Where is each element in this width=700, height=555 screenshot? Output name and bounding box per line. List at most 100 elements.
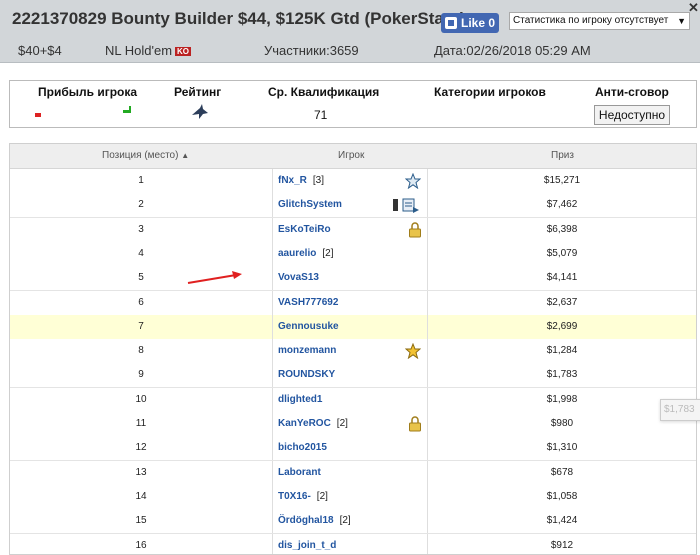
player-name: Gennousuke: [278, 321, 339, 332]
player-cell: aaurelio[2]: [274, 242, 428, 266]
profit-header: Прибыль игрока: [38, 85, 137, 99]
player-stats-select[interactable]: Статистика по игроку отсутствует ▼: [509, 12, 690, 30]
player-link[interactable]: GlitchSystem: [278, 193, 342, 217]
device-report-icon[interactable]: [391, 197, 405, 211]
position-cell: 14: [10, 485, 273, 509]
stats-select-value: Статистика по игроку отсутствует: [513, 15, 668, 26]
table-row: 14T0X16-[2] $1,058: [10, 485, 696, 510]
tournament-title: 2221370829 Bounty Builder $44, $125K Gtd…: [12, 9, 466, 29]
prize-cell: $1,310: [428, 436, 696, 460]
table-row: 4aaurelio[2]$5,079: [10, 242, 696, 267]
prize-cell: $4,141: [428, 266, 696, 290]
player-link[interactable]: VovaS13: [278, 266, 319, 290]
player-link[interactable]: bicho2015: [278, 436, 327, 460]
table-header: Позиция (место) ▲ Игрок Приз: [10, 144, 696, 169]
position-header-label: Позиция (место): [102, 150, 178, 161]
prize-cell: $1,058: [428, 485, 696, 509]
chevron-down-icon: ▼: [677, 13, 686, 29]
lock-icon[interactable]: [408, 222, 422, 236]
player-cell: monzemann: [274, 339, 428, 363]
player-cell: GlitchSystem: [274, 193, 428, 217]
prize-tooltip: $1,783: [660, 399, 700, 421]
tournament-header: 2221370829 Bounty Builder $44, $125K Gtd…: [0, 0, 700, 63]
player-link[interactable]: VASH777692: [278, 291, 338, 315]
player-link[interactable]: KanYeROC[2]: [278, 412, 348, 436]
position-cell: 9: [10, 363, 273, 387]
rating-header: Рейтинг: [174, 85, 221, 99]
shark-icon: [191, 104, 209, 120]
table-row: 6 VASH777692 $2,637: [10, 291, 696, 316]
results-table: Позиция (место) ▲ Игрок Приз 1fNx_R[3]$1…: [9, 143, 697, 555]
game-type: NL Hold'emKO: [105, 43, 191, 58]
table-row: 13Laborant$678: [10, 461, 696, 486]
player-link[interactable]: fNx_R[3]: [278, 169, 324, 193]
player-cell: fNx_R[3]: [274, 169, 428, 193]
participants: Участники:3659: [264, 43, 359, 58]
player-cell: VASH777692: [274, 291, 428, 315]
player-link[interactable]: dlighted1: [278, 388, 322, 412]
star-outline-icon[interactable]: [405, 173, 419, 187]
player-cell: Gennousuke: [274, 315, 428, 339]
entries-count: [3]: [313, 175, 324, 186]
prize-column-header[interactable]: Приз: [551, 150, 574, 161]
facebook-like-button[interactable]: Like 0: [441, 13, 499, 33]
position-cell: 2: [10, 193, 273, 217]
prize-cell: $5,079: [428, 242, 696, 266]
player-link[interactable]: Laborant: [278, 461, 321, 485]
prize-cell: $1,998: [428, 388, 696, 412]
anti-collusion-header: Анти-сговор: [595, 85, 669, 99]
player-name: VovaS13: [278, 272, 319, 283]
player-name: VASH777692: [278, 297, 338, 308]
player-link[interactable]: aaurelio[2]: [278, 242, 333, 266]
table-row: 16dis_join_t_d$912: [10, 534, 696, 555]
player-link[interactable]: Ördöghal18 [2]: [278, 509, 351, 533]
table-row: 10dlighted1$1,998: [10, 388, 696, 413]
player-link[interactable]: monzemann: [278, 339, 336, 363]
anti-collusion-button[interactable]: Недоступно: [594, 105, 670, 125]
player-name: monzemann: [278, 345, 336, 356]
player-name: dlighted1: [278, 394, 322, 405]
player-cell: ROUNDSKY: [274, 363, 428, 387]
player-cell: dlighted1: [274, 388, 428, 412]
table-row: 1fNx_R[3]$15,271: [10, 169, 696, 194]
position-cell: 7: [10, 315, 273, 339]
position-cell: 15: [10, 509, 273, 533]
position-cell: 16: [10, 534, 273, 555]
player-name: dis_join_t_d: [278, 540, 336, 551]
player-link[interactable]: T0X16-[2]: [278, 485, 328, 509]
star-gold-icon[interactable]: [405, 343, 419, 357]
position-column-header[interactable]: Позиция (место) ▲: [102, 150, 189, 161]
player-link[interactable]: dis_join_t_d: [278, 534, 336, 555]
player-link[interactable]: Gennousuke: [278, 315, 339, 339]
player-name: Ördöghal18: [278, 515, 334, 526]
player-cell: bicho2015: [274, 436, 428, 460]
player-name: GlitchSystem: [278, 199, 342, 210]
entries-count: [2]: [340, 515, 351, 526]
table-row: 2 GlitchSystem $7,462: [10, 193, 696, 218]
close-icon[interactable]: ✕: [688, 0, 699, 16]
player-cell: VovaS13: [274, 266, 428, 290]
player-name: ROUNDSKY: [278, 369, 335, 380]
prize-cell: $6,398: [428, 218, 696, 242]
position-cell: 13: [10, 461, 273, 485]
prize-cell: $1,284: [428, 339, 696, 363]
entries-count: [2]: [337, 418, 348, 429]
prize-cell: $2,699: [428, 315, 696, 339]
avg-qualification-value: 71: [314, 108, 327, 122]
prize-cell: $2,637: [428, 291, 696, 315]
lock-icon[interactable]: [408, 416, 422, 430]
position-cell: 3: [10, 218, 273, 242]
prize-cell: $7,462: [428, 193, 696, 217]
table-row: 8monzemann$1,284: [10, 339, 696, 364]
like-label: Like 0: [461, 16, 495, 30]
player-name: EsKoTeiRo: [278, 224, 331, 235]
player-link[interactable]: EsKoTeiRo: [278, 218, 331, 242]
position-cell: 6: [10, 291, 273, 315]
sort-asc-icon: ▲: [181, 151, 189, 160]
player-link[interactable]: ROUNDSKY: [278, 363, 335, 387]
player-column-header[interactable]: Игрок: [338, 150, 364, 161]
player-cell: dis_join_t_d: [274, 534, 428, 555]
player-summary-panel: Прибыль игрока Рейтинг Ср. Квалификация …: [9, 80, 697, 128]
table-row: 11KanYeROC[2]$980: [10, 412, 696, 437]
player-categories-header: Категории игроков: [434, 85, 546, 99]
